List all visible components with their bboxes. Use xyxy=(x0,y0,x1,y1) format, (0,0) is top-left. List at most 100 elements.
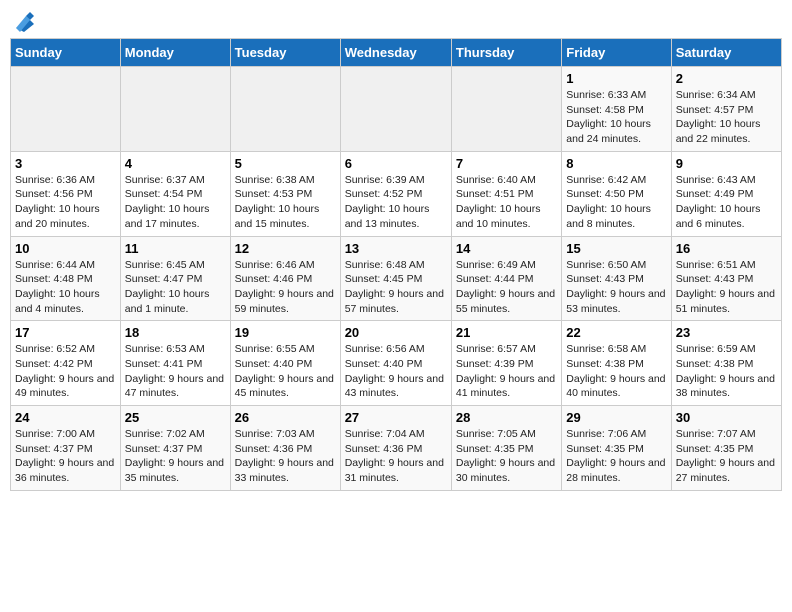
day-number: 5 xyxy=(235,156,336,171)
day-number: 25 xyxy=(125,410,226,425)
day-content: Sunrise: 6:56 AM Sunset: 4:40 PM Dayligh… xyxy=(345,342,447,401)
day-content: Sunrise: 6:36 AM Sunset: 4:56 PM Dayligh… xyxy=(15,173,116,232)
day-cell: 8Sunrise: 6:42 AM Sunset: 4:50 PM Daylig… xyxy=(562,151,671,236)
day-cell: 7 Sunrise: 6:40 AM Sunset: 4:51 PM Daylig… xyxy=(451,151,561,236)
day-cell: 11 Sunrise: 6:45 AM Sunset: 4:47 PM Dayli… xyxy=(120,236,230,321)
day-content: Sunrise: 7:02 AM Sunset: 4:37 PM Dayligh… xyxy=(125,427,226,486)
day-number: 14 xyxy=(456,241,557,256)
day-content: Sunrise: 7:04 AM Sunset: 4:36 PM Dayligh… xyxy=(345,427,447,486)
week-row-2: 3 Sunrise: 6:36 AM Sunset: 4:56 PM Daylig… xyxy=(11,151,782,236)
day-number: 6 xyxy=(345,156,447,171)
day-header-monday: Monday xyxy=(120,39,230,67)
day-number: 4 xyxy=(125,156,226,171)
day-cell: 24Sunrise: 7:00 AM Sunset: 4:37 PM Dayli… xyxy=(11,406,121,491)
day-cell xyxy=(11,67,121,152)
day-cell: 18 Sunrise: 6:53 AM Sunset: 4:41 PM Dayli… xyxy=(120,321,230,406)
day-cell: 3 Sunrise: 6:36 AM Sunset: 4:56 PM Daylig… xyxy=(11,151,121,236)
day-number: 11 xyxy=(125,241,226,256)
day-cell: 10 Sunrise: 6:44 AM Sunset: 4:48 PM Dayli… xyxy=(11,236,121,321)
day-number: 15 xyxy=(566,241,666,256)
day-cell xyxy=(451,67,561,152)
day-cell xyxy=(120,67,230,152)
day-cell: 14 Sunrise: 6:49 AM Sunset: 4:44 PM Dayli… xyxy=(451,236,561,321)
day-header-thursday: Thursday xyxy=(451,39,561,67)
day-number: 22 xyxy=(566,325,666,340)
day-cell: 5 Sunrise: 6:38 AM Sunset: 4:53 PM Daylig… xyxy=(230,151,340,236)
day-content: Sunrise: 6:43 AM Sunset: 4:49 PM Dayligh… xyxy=(676,173,777,232)
day-number: 18 xyxy=(125,325,226,340)
day-number: 30 xyxy=(676,410,777,425)
day-number: 19 xyxy=(235,325,336,340)
day-number: 29 xyxy=(566,410,666,425)
day-header-saturday: Saturday xyxy=(671,39,781,67)
day-cell xyxy=(340,67,451,152)
day-content: Sunrise: 6:55 AM Sunset: 4:40 PM Dayligh… xyxy=(235,342,336,401)
day-cell: 16 Sunrise: 6:51 AM Sunset: 4:43 PM Dayli… xyxy=(671,236,781,321)
day-number: 24 xyxy=(15,410,116,425)
day-header-sunday: Sunday xyxy=(11,39,121,67)
day-cell: 13 Sunrise: 6:48 AM Sunset: 4:45 PM Dayli… xyxy=(340,236,451,321)
calendar-table: SundayMondayTuesdayWednesdayThursdayFrid… xyxy=(10,38,782,491)
day-number: 27 xyxy=(345,410,447,425)
day-number: 21 xyxy=(456,325,557,340)
day-header-friday: Friday xyxy=(562,39,671,67)
day-cell: 29 Sunrise: 7:06 AM Sunset: 4:35 PM Dayli… xyxy=(562,406,671,491)
day-content: Sunrise: 7:06 AM Sunset: 4:35 PM Dayligh… xyxy=(566,427,666,486)
day-cell: 1 Sunrise: 6:33 AM Sunset: 4:58 PM Daylig… xyxy=(562,67,671,152)
day-number: 17 xyxy=(15,325,116,340)
day-cell: 21 Sunrise: 6:57 AM Sunset: 4:39 PM Dayli… xyxy=(451,321,561,406)
day-number: 12 xyxy=(235,241,336,256)
day-number: 16 xyxy=(676,241,777,256)
week-row-1: 1 Sunrise: 6:33 AM Sunset: 4:58 PM Daylig… xyxy=(11,67,782,152)
day-content: Sunrise: 6:50 AM Sunset: 4:43 PM Dayligh… xyxy=(566,258,666,317)
day-number: 7 xyxy=(456,156,557,171)
week-row-4: 17Sunrise: 6:52 AM Sunset: 4:42 PM Dayli… xyxy=(11,321,782,406)
day-content: Sunrise: 6:38 AM Sunset: 4:53 PM Dayligh… xyxy=(235,173,336,232)
day-content: Sunrise: 6:33 AM Sunset: 4:58 PM Dayligh… xyxy=(566,88,666,147)
day-number: 3 xyxy=(15,156,116,171)
day-content: Sunrise: 6:44 AM Sunset: 4:48 PM Dayligh… xyxy=(15,258,116,317)
day-content: Sunrise: 6:59 AM Sunset: 4:38 PM Dayligh… xyxy=(676,342,777,401)
day-number: 1 xyxy=(566,71,666,86)
day-cell: 19 Sunrise: 6:55 AM Sunset: 4:40 PM Dayli… xyxy=(230,321,340,406)
day-content: Sunrise: 6:37 AM Sunset: 4:54 PM Dayligh… xyxy=(125,173,226,232)
day-content: Sunrise: 6:46 AM Sunset: 4:46 PM Dayligh… xyxy=(235,258,336,317)
day-content: Sunrise: 6:51 AM Sunset: 4:43 PM Dayligh… xyxy=(676,258,777,317)
day-cell: 30 Sunrise: 7:07 AM Sunset: 4:35 PM Dayli… xyxy=(671,406,781,491)
day-content: Sunrise: 6:57 AM Sunset: 4:39 PM Dayligh… xyxy=(456,342,557,401)
day-content: Sunrise: 6:39 AM Sunset: 4:52 PM Dayligh… xyxy=(345,173,447,232)
day-content: Sunrise: 6:40 AM Sunset: 4:51 PM Dayligh… xyxy=(456,173,557,232)
day-content: Sunrise: 6:42 AM Sunset: 4:50 PM Dayligh… xyxy=(566,173,666,232)
days-header-row: SundayMondayTuesdayWednesdayThursdayFrid… xyxy=(11,39,782,67)
day-cell: 26Sunrise: 7:03 AM Sunset: 4:36 PM Dayli… xyxy=(230,406,340,491)
day-content: Sunrise: 6:53 AM Sunset: 4:41 PM Dayligh… xyxy=(125,342,226,401)
day-cell: 25 Sunrise: 7:02 AM Sunset: 4:37 PM Dayli… xyxy=(120,406,230,491)
day-number: 26 xyxy=(235,410,336,425)
day-cell: 12 Sunrise: 6:46 AM Sunset: 4:46 PM Dayli… xyxy=(230,236,340,321)
day-content: Sunrise: 6:45 AM Sunset: 4:47 PM Dayligh… xyxy=(125,258,226,317)
day-cell: 6 Sunrise: 6:39 AM Sunset: 4:52 PM Daylig… xyxy=(340,151,451,236)
day-number: 2 xyxy=(676,71,777,86)
day-cell: 22 Sunrise: 6:58 AM Sunset: 4:38 PM Dayli… xyxy=(562,321,671,406)
day-content: Sunrise: 6:34 AM Sunset: 4:57 PM Dayligh… xyxy=(676,88,777,147)
day-cell: 2 Sunrise: 6:34 AM Sunset: 4:57 PM Daylig… xyxy=(671,67,781,152)
day-number: 9 xyxy=(676,156,777,171)
day-content: Sunrise: 7:05 AM Sunset: 4:35 PM Dayligh… xyxy=(456,427,557,486)
day-content: Sunrise: 6:48 AM Sunset: 4:45 PM Dayligh… xyxy=(345,258,447,317)
day-cell: 28 Sunrise: 7:05 AM Sunset: 4:35 PM Dayli… xyxy=(451,406,561,491)
day-header-wednesday: Wednesday xyxy=(340,39,451,67)
day-number: 23 xyxy=(676,325,777,340)
day-content: Sunrise: 7:07 AM Sunset: 4:35 PM Dayligh… xyxy=(676,427,777,486)
week-row-5: 24Sunrise: 7:00 AM Sunset: 4:37 PM Dayli… xyxy=(11,406,782,491)
day-number: 13 xyxy=(345,241,447,256)
day-number: 28 xyxy=(456,410,557,425)
day-cell: 17Sunrise: 6:52 AM Sunset: 4:42 PM Dayli… xyxy=(11,321,121,406)
day-content: Sunrise: 6:49 AM Sunset: 4:44 PM Dayligh… xyxy=(456,258,557,317)
day-cell: 27 Sunrise: 7:04 AM Sunset: 4:36 PM Dayli… xyxy=(340,406,451,491)
day-cell: 9 Sunrise: 6:43 AM Sunset: 4:49 PM Daylig… xyxy=(671,151,781,236)
day-content: Sunrise: 6:58 AM Sunset: 4:38 PM Dayligh… xyxy=(566,342,666,401)
day-cell: 15 Sunrise: 6:50 AM Sunset: 4:43 PM Dayli… xyxy=(562,236,671,321)
day-number: 10 xyxy=(15,241,116,256)
header xyxy=(10,10,782,30)
logo xyxy=(10,10,34,30)
